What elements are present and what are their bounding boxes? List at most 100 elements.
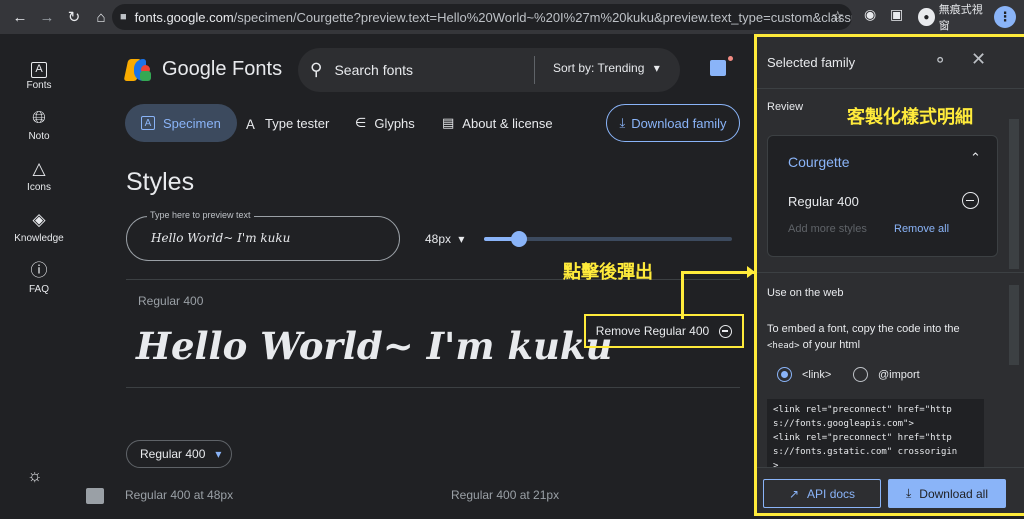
feedback-icon[interactable] <box>86 488 104 504</box>
sort-dropdown[interactable]: Sort by: Trending ▾ <box>553 61 660 75</box>
download-icon: ⤓ <box>619 115 626 130</box>
styles-heading: Styles <box>126 168 195 196</box>
share-icon[interactable]: ⚬ <box>933 51 947 71</box>
shapes-icon: △ <box>32 159 46 178</box>
tab-label: Glyphs <box>374 115 415 131</box>
api-docs-button[interactable]: ↗ API docs <box>763 479 881 508</box>
search-bar[interactable]: ⚲ Search fonts Sort by: Trending ▾ <box>298 48 680 92</box>
forward-icon[interactable]: → <box>35 5 59 29</box>
font-size-slider[interactable] <box>484 231 732 247</box>
google-fonts-logo[interactable]: Google Fonts <box>123 58 283 81</box>
panel-scrollbar[interactable] <box>1009 119 1019 269</box>
glyphs-icon: ∈ <box>355 115 367 130</box>
search-icon: ⚲ <box>310 60 323 79</box>
preview-field-value[interactable]: Hello World~ I'm kuku <box>151 231 290 245</box>
remove-circle-icon <box>719 324 733 338</box>
radio-link[interactable]: <link> <box>777 367 831 382</box>
close-icon[interactable]: ✕ <box>971 49 986 70</box>
globe-icon: 🌐︎ <box>32 108 46 127</box>
rail-item-knowledge[interactable]: ◈ Knowledge <box>0 209 78 244</box>
radio-link-label: <link> <box>802 368 832 381</box>
tab-specimen[interactable]: A Specimen <box>125 104 237 142</box>
remove-style-button[interactable]: Remove Regular 400 <box>584 314 744 348</box>
embed-code-head: <head> <box>767 341 800 351</box>
download-icon: ⤓ <box>905 486 912 500</box>
code-line: s://fonts.googleapis.com"> <box>773 419 914 429</box>
extension-icon[interactable]: ◉ <box>864 6 876 23</box>
radio-import-label: @import <box>878 368 920 381</box>
code-scrollbar[interactable] <box>1009 285 1019 365</box>
web-heading: Use on the web <box>767 287 844 299</box>
logo-text: Google Fonts <box>162 58 283 80</box>
browser-menu-icon[interactable]: ⋮ <box>994 6 1016 28</box>
lock-icon: ■ <box>120 11 127 23</box>
sidepanel-icon[interactable]: ▣ <box>890 6 903 23</box>
search-divider <box>534 56 535 84</box>
remove-circle-icon[interactable] <box>962 192 979 209</box>
embed-text-1: To embed a font, copy the code into the <box>767 323 960 335</box>
bookmark-star-icon[interactable]: ☆ <box>831 8 844 25</box>
font-size-value: 48px <box>425 232 452 246</box>
code-line: s://fonts.gstatic.com" crossorigin <box>773 447 958 457</box>
tab-glyphs[interactable]: ∈ Glyphs <box>355 104 415 142</box>
annotation-connector <box>681 271 755 274</box>
font-size-dropdown[interactable]: 48px ▾ <box>425 232 464 246</box>
code-line: <link rel="preconnect" href="http <box>773 433 952 443</box>
rail-item-fonts[interactable]: A Fonts <box>0 56 78 91</box>
search-input[interactable]: Search fonts <box>334 62 413 78</box>
add-more-styles-link[interactable]: Add more styles <box>788 223 867 235</box>
sort-label: Sort by: Trending <box>553 61 645 75</box>
rail-label: Icons <box>27 182 51 193</box>
tab-label: Specimen <box>163 115 221 131</box>
remove-all-link[interactable]: Remove all <box>894 223 949 235</box>
radio-import[interactable]: @import <box>853 367 920 382</box>
rail-item-noto[interactable]: 🌐︎ Noto <box>0 107 78 142</box>
shopping-bag-icon[interactable] <box>710 60 726 76</box>
preview-field-label: Type here to preview text <box>147 210 254 220</box>
selected-style-name: Regular 400 <box>788 194 859 209</box>
radio-selected-icon <box>777 367 792 382</box>
panel-header: Selected family ⚬ ✕ <box>757 37 1024 89</box>
url-host: fonts.google.com <box>134 9 234 25</box>
rail-label: Fonts <box>26 80 52 91</box>
embed-instructions: To embed a font, copy the code into the … <box>767 321 977 354</box>
download-all-label: Download all <box>919 486 989 501</box>
embed-code-block[interactable]: <link rel="preconnect" href="http s://fo… <box>767 399 984 467</box>
tab-label: Type tester <box>265 115 330 131</box>
size-caption-21: Regular 400 at 21px <box>451 488 560 502</box>
download-all-button[interactable]: ⤓ Download all <box>888 479 1006 508</box>
profile-label: 無痕式視窗 <box>938 4 983 32</box>
caret-down-icon: ▾ <box>653 61 660 75</box>
preview-text-field[interactable]: Type here to preview text Hello World~ I… <box>126 210 400 261</box>
review-label: Review <box>767 101 804 113</box>
rail-item-icons[interactable]: △ Icons <box>0 158 78 193</box>
rail-label: Knowledge <box>14 233 64 244</box>
tab-label: About & license <box>462 115 553 131</box>
home-icon[interactable]: ⌂ <box>89 5 113 29</box>
download-family-button[interactable]: ⤓ Download family <box>606 104 740 142</box>
chevron-up-icon[interactable]: ⌃ <box>970 150 981 166</box>
reload-icon[interactable]: ↻ <box>62 5 86 29</box>
back-icon[interactable]: ← <box>8 5 32 29</box>
type-tester-icon: Ａ <box>244 116 258 132</box>
help-icon: ⓘ <box>30 261 48 280</box>
incognito-icon: ● <box>918 8 935 26</box>
incognito-profile[interactable]: ● 無痕式視窗 <box>912 4 990 32</box>
family-card: Courgette ⌃ Regular 400 Add more styles … <box>767 135 998 257</box>
tab-about-license[interactable]: ▤ About & license <box>442 104 553 142</box>
api-docs-label: API docs <box>807 486 856 501</box>
rail-item-faq[interactable]: ⓘ FAQ <box>0 260 78 295</box>
weight-select[interactable]: Regular 400 ▾ <box>126 440 232 468</box>
slider-knob[interactable] <box>510 231 527 247</box>
family-name[interactable]: Courgette <box>788 154 849 170</box>
rail-label: Noto <box>28 131 50 142</box>
divider <box>126 387 740 388</box>
address-bar[interactable]: ■ fonts.google.com/specimen/Courgette?pr… <box>112 4 852 30</box>
theme-toggle-icon[interactable]: ☼ <box>27 466 43 486</box>
weight-select-value: Regular 400 <box>140 447 206 461</box>
caret-down-icon: ▾ <box>215 447 222 461</box>
annotation-panel-title: 客製化樣式明細 <box>847 107 973 127</box>
tab-type-tester[interactable]: Ａ Type tester <box>244 104 329 142</box>
open-external-icon: ↗ <box>788 486 800 501</box>
url-path: /specimen/Courgette?preview.text=Hello%2… <box>233 9 852 25</box>
